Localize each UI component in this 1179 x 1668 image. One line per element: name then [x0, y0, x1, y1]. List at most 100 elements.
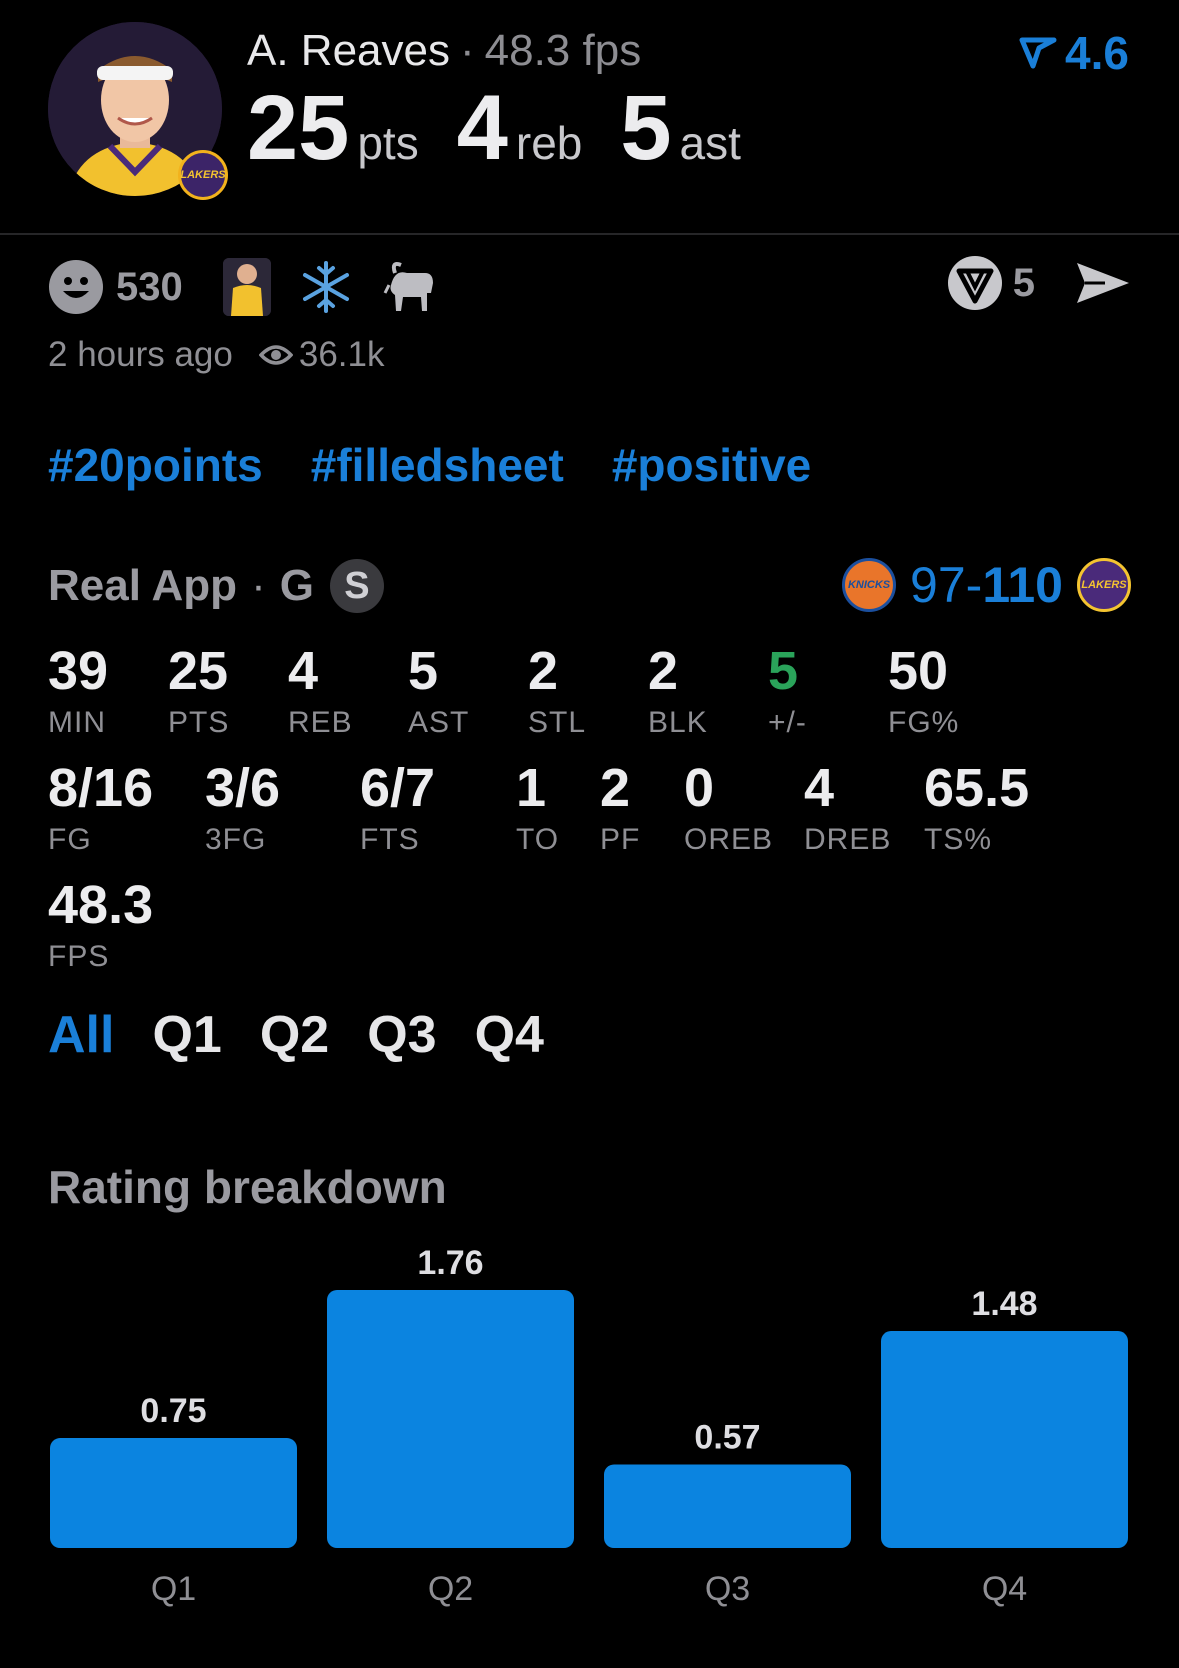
stat-label: PF	[600, 823, 641, 856]
stat-value: 4	[804, 758, 835, 818]
source-app-name: Real App	[48, 561, 238, 610]
hashtag-20points[interactable]: #20points	[48, 438, 263, 492]
score-text: 97-110	[910, 556, 1063, 614]
stat-label: FTS	[360, 823, 420, 856]
smile-reaction-button[interactable]: 530	[48, 259, 223, 315]
view-count: 36.1k	[298, 335, 385, 374]
headline-assists-value: 5	[620, 77, 672, 179]
x-tick-label: Q2	[428, 1570, 473, 1608]
stat-label: STL	[528, 706, 587, 739]
tab-all[interactable]: All	[48, 1005, 114, 1065]
x-tick-label: Q3	[705, 1570, 750, 1608]
header-divider	[0, 233, 1179, 235]
stat-value: 2	[528, 641, 559, 701]
tab-q3[interactable]: Q3	[367, 1005, 436, 1065]
away-score: 110	[982, 557, 1063, 613]
bar-q4[interactable]	[881, 1331, 1128, 1548]
stat-to: 1 TO	[516, 761, 559, 857]
stat-value: 1	[516, 758, 547, 818]
bar-q2[interactable]	[327, 1290, 574, 1548]
stat-dreb: 4 DREB	[804, 761, 891, 857]
bar-value-label: 0.75	[140, 1392, 206, 1430]
game-source-line: Real App · G S	[48, 559, 384, 613]
stat-value: 4	[288, 641, 319, 701]
tab-q1[interactable]: Q1	[152, 1005, 221, 1065]
player-name[interactable]: A. Reaves	[247, 26, 450, 75]
stat-min: 39 MIN	[48, 644, 108, 740]
hashtag-filledsheet[interactable]: #filledsheet	[311, 438, 564, 492]
bar-value-label: 1.48	[971, 1285, 1037, 1323]
lakers-logo: LAKERS	[1077, 558, 1131, 612]
rating-icon	[1019, 37, 1057, 69]
stat-blk: 2 BLK	[648, 644, 708, 740]
stat-fg: 8/16 FG	[48, 761, 153, 857]
snowflake-icon[interactable]	[299, 260, 353, 314]
comment-count: 5	[1012, 260, 1035, 305]
stat-fps: 48.3 FPS	[48, 878, 153, 974]
game-score[interactable]: KNICKS 97-110 LAKERS	[842, 556, 1131, 614]
quarter-tabs: All Q1 Q2 Q3 Q4	[48, 1005, 544, 1065]
stat-label: BLK	[648, 706, 708, 739]
headline-stats: 25 pts 4 reb 5 ast	[247, 82, 779, 174]
stat-label: AST	[408, 706, 470, 739]
hashtag-positive[interactable]: #positive	[612, 438, 811, 492]
player-reaction-icon[interactable]	[222, 258, 271, 316]
stat-stl: 2 STL	[528, 644, 586, 740]
time-ago: 2 hours ago	[48, 335, 233, 374]
stat-value: 50	[888, 641, 949, 701]
stat-value: 5	[768, 641, 799, 701]
stat-pts: 25 PTS	[168, 644, 229, 740]
rating-value: 4.6	[1065, 27, 1129, 79]
stat-fg-pct: 50 FG%	[888, 644, 959, 740]
fps-value: 48.3 fps	[484, 26, 642, 75]
player-name-line[interactable]: A. Reaves · 48.3 fps	[247, 26, 641, 76]
stat-label: TO	[516, 823, 560, 856]
bar-q3[interactable]	[604, 1464, 851, 1548]
headline-rebounds-value: 4	[456, 77, 508, 179]
player-position: G	[279, 561, 314, 610]
goat-icon[interactable]	[381, 259, 439, 315]
stat-reb: 4 REB	[288, 644, 353, 740]
lakers-logo-badge: LAKERS	[178, 150, 228, 200]
bar-q1[interactable]	[50, 1438, 297, 1548]
stat-value: 25	[168, 641, 229, 701]
stat-oreb: 0 OREB	[684, 761, 773, 857]
stat-value: 5	[408, 641, 439, 701]
stat-label: FG	[48, 823, 92, 856]
bar-value-label: 1.76	[417, 1244, 483, 1282]
post-actions: 5	[947, 255, 1131, 311]
view-count-group: 36.1k	[258, 335, 385, 375]
stat-label: TS%	[924, 823, 993, 856]
stat-value: 3/6	[205, 758, 281, 818]
stat-value: 0	[684, 758, 715, 818]
stat-value: 2	[648, 641, 679, 701]
separator-dot: ·	[459, 26, 475, 75]
comment-logo-icon	[947, 256, 1002, 310]
stat-pf: 2 PF	[600, 761, 640, 857]
tab-q4[interactable]: Q4	[475, 1005, 544, 1065]
reactions-row: 530	[48, 258, 439, 316]
stat-fts: 6/7 FTS	[360, 761, 435, 857]
stat-value: 39	[48, 641, 109, 701]
headline-points-value: 25	[247, 77, 350, 179]
stat-ts-pct: 65.5 TS%	[924, 761, 1029, 857]
stat-label: MIN	[48, 706, 106, 739]
headline-rebounds-unit: reb	[515, 117, 583, 169]
stat-label: FPS	[48, 940, 110, 973]
headline-assists-unit: ast	[679, 117, 741, 169]
share-send-icon[interactable]	[1075, 259, 1131, 307]
home-score: 97	[910, 557, 966, 613]
eye-icon	[258, 345, 293, 365]
stat-value: 8/16	[48, 758, 154, 818]
x-tick-label: Q1	[151, 1570, 196, 1608]
starter-badge: S	[329, 559, 384, 613]
tab-q2[interactable]: Q2	[260, 1005, 329, 1065]
rating-badge[interactable]: 4.6	[1019, 26, 1129, 80]
comment-button[interactable]: 5	[947, 255, 1075, 311]
stat-value: 48.3	[48, 875, 154, 935]
stat-label: +/-	[768, 706, 807, 739]
stat-label: FG%	[888, 706, 960, 739]
knicks-logo: KNICKS	[842, 558, 897, 612]
stat-label: 3FG	[205, 823, 267, 856]
headline-points-unit: pts	[357, 117, 419, 169]
